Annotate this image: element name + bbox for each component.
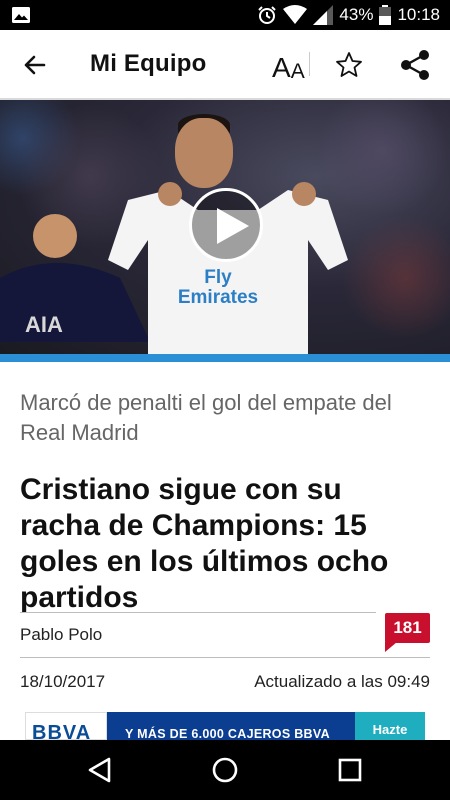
- star-icon[interactable]: [334, 50, 364, 80]
- ad-cta-button[interactable]: Hazte: [355, 712, 425, 740]
- font-size-icon-large: A: [272, 52, 291, 83]
- ad-message-area: Y MÁS DE 6.000 CAJEROS BBVA: [107, 712, 355, 740]
- ad-brand-logo: BBVA: [32, 722, 92, 740]
- updated-time: Actualizado a las 09:49: [254, 672, 430, 691]
- page-title: Mi Equipo: [90, 50, 207, 77]
- wifi-icon: [283, 5, 308, 24]
- divider: [20, 612, 376, 613]
- ad-banner[interactable]: BBVA Y MÁS DE 6.000 CAJEROS BBVA Hazte: [25, 712, 425, 740]
- system-nav-bar: [0, 740, 450, 800]
- image-icon: [12, 7, 30, 23]
- status-bar: 43% 10:18: [0, 0, 450, 30]
- comment-count: 181: [393, 618, 422, 637]
- play-button[interactable]: [189, 188, 263, 262]
- alarm-icon: [258, 6, 277, 24]
- left-shirt-text: AIA: [25, 312, 63, 337]
- article-headline: Cristiano sigue con su racha de Champion…: [20, 473, 389, 614]
- battery-percent: 43%: [339, 5, 374, 24]
- back-arrow-icon[interactable]: [20, 50, 50, 80]
- home-circle-icon[interactable]: [210, 755, 240, 785]
- share-icon[interactable]: [398, 48, 432, 82]
- player-head: [175, 118, 233, 188]
- publish-date: 18/10/2017: [20, 672, 106, 691]
- divider: [20, 657, 430, 658]
- comment-bubble-tail: [385, 642, 397, 652]
- comments-badge[interactable]: 181: [385, 613, 430, 652]
- toolbar-divider: [309, 52, 310, 76]
- hero-accent-bar: [0, 354, 450, 362]
- article-subtitle: Marcó de penalti el gol del empate del R…: [20, 390, 392, 445]
- ad-text: Y MÁS DE 6.000 CAJEROS BBVA: [125, 727, 330, 740]
- author-name[interactable]: Pablo Polo: [20, 625, 102, 645]
- recents-square-icon[interactable]: [335, 755, 365, 785]
- font-size-button[interactable]: A A: [272, 48, 305, 83]
- signal-icon: [313, 5, 334, 25]
- ad-cta-label: Hazte: [372, 722, 408, 737]
- play-icon: [217, 208, 249, 244]
- ad-logo-box: BBVA: [25, 712, 107, 740]
- font-size-icon-small: A: [290, 60, 305, 83]
- shirt-sponsor-text: Fly Emirates: [177, 267, 259, 308]
- hero-video[interactable]: AIA Fly Emirates: [0, 100, 450, 354]
- clock: 10:18: [397, 5, 440, 24]
- battery-icon: [379, 5, 392, 25]
- app-bar: Mi Equipo A A: [0, 30, 450, 100]
- back-triangle-icon[interactable]: [85, 755, 115, 785]
